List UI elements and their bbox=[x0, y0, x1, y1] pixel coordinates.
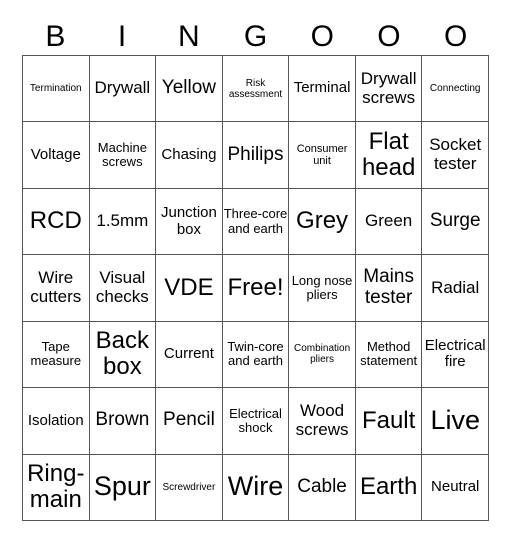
bingo-cell[interactable]: Fault bbox=[355, 388, 423, 455]
header-letter-g: G bbox=[243, 20, 268, 53]
bingo-cell[interactable]: Drywall screws bbox=[355, 56, 423, 123]
bingo-cell[interactable]: Wire bbox=[222, 454, 290, 521]
bingo-cell[interactable]: Consumer unit bbox=[289, 122, 356, 189]
bingo-cell[interactable]: Screwdriver bbox=[156, 454, 223, 521]
bingo-header: B I N G O O O bbox=[22, 18, 489, 56]
bingo-cell[interactable]: Back box bbox=[89, 321, 157, 389]
bingo-cell[interactable]: Method statement bbox=[355, 321, 423, 389]
bingo-cell[interactable]: Twin-core and earth bbox=[222, 321, 290, 389]
header-letter-o1: O bbox=[310, 20, 334, 53]
bingo-cell[interactable]: Three-core and earth bbox=[222, 188, 290, 256]
bingo-cell[interactable]: Brown bbox=[89, 388, 157, 455]
bingo-cell[interactable]: Termination bbox=[23, 56, 90, 123]
bingo-cell[interactable]: Junction box bbox=[156, 188, 223, 256]
bingo-cell[interactable]: Earth bbox=[355, 454, 423, 521]
bingo-cell[interactable]: Socket tester bbox=[422, 122, 489, 189]
bingo-cell[interactable]: Radial bbox=[422, 255, 489, 322]
bingo-cell[interactable]: Isolation bbox=[23, 388, 90, 455]
bingo-cell[interactable]: Chasing bbox=[156, 122, 223, 189]
bingo-cell[interactable]: Ring-main bbox=[23, 454, 90, 521]
bingo-board: Termination Drywall Yellow Risk assessme… bbox=[22, 55, 489, 521]
bingo-cell[interactable]: Flat head bbox=[355, 122, 423, 189]
bingo-cell[interactable]: RCD bbox=[23, 188, 90, 256]
bingo-cell[interactable]: Voltage bbox=[23, 122, 90, 189]
bingo-cell[interactable]: Long nose pliers bbox=[289, 255, 356, 322]
header-letter-n: N bbox=[177, 20, 200, 53]
bingo-cell[interactable]: Current bbox=[156, 321, 223, 389]
bingo-cell[interactable]: Wire cutters bbox=[23, 255, 90, 322]
bingo-cell[interactable]: Electrical shock bbox=[222, 388, 290, 455]
header-letter-b: B bbox=[45, 20, 66, 53]
header-letter-o2: O bbox=[377, 20, 401, 53]
bingo-cell[interactable]: Machine screws bbox=[89, 122, 157, 189]
bingo-cell[interactable]: 1.5mm bbox=[89, 188, 157, 256]
bingo-cell[interactable]: Green bbox=[355, 188, 423, 256]
bingo-cell[interactable]: VDE bbox=[156, 255, 223, 322]
bingo-cell[interactable]: Connecting bbox=[422, 56, 489, 123]
header-letter-i: I bbox=[117, 20, 127, 53]
bingo-cell[interactable]: Cable bbox=[289, 454, 356, 521]
bingo-cell[interactable]: Drywall bbox=[89, 56, 157, 123]
bingo-cell[interactable]: Pencil bbox=[156, 388, 223, 455]
bingo-cell[interactable]: Grey bbox=[289, 188, 356, 256]
bingo-cell[interactable]: Tape measure bbox=[23, 321, 90, 389]
bingo-cell[interactable]: Risk assessment bbox=[222, 56, 290, 123]
bingo-cell[interactable]: Yellow bbox=[156, 56, 223, 123]
bingo-cell[interactable]: Live bbox=[422, 388, 489, 455]
bingo-cell[interactable]: Mains tester bbox=[355, 255, 423, 322]
free-space[interactable]: Free! bbox=[222, 255, 290, 322]
bingo-cell[interactable]: Wood screws bbox=[289, 388, 356, 455]
bingo-cell[interactable]: Neutral bbox=[422, 454, 489, 521]
bingo-cell[interactable]: Combination pliers bbox=[289, 321, 356, 389]
bingo-cell[interactable]: Philips bbox=[222, 122, 290, 189]
bingo-cell[interactable]: Surge bbox=[422, 188, 489, 256]
bingo-cell[interactable]: Visual checks bbox=[89, 255, 157, 322]
header-letter-o3: O bbox=[444, 20, 468, 53]
bingo-cell[interactable]: Spur bbox=[89, 454, 157, 521]
bingo-cell[interactable]: Electrical fire bbox=[422, 321, 489, 389]
bingo-cell[interactable]: Terminal bbox=[289, 56, 356, 123]
